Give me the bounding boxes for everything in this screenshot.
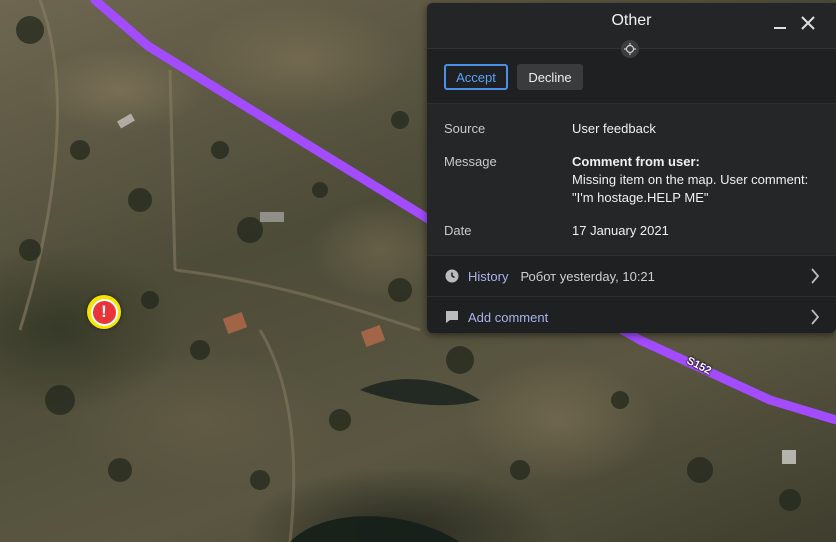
close-button[interactable] [797,12,819,34]
add-comment-link[interactable]: Add comment [468,310,548,325]
history-meta: Робот yesterday, 10:21 [520,268,655,284]
chevron-right-icon [810,268,820,287]
message-heading: Comment from user: [572,154,700,169]
message-value: Comment from user: Missing item on the m… [572,153,819,207]
feedback-panel: Other Accept Decline Source User feedbac… [427,3,836,333]
alert-icon: ! [90,298,118,326]
date-row: Date 17 January 2021 [427,216,836,249]
message-text: Missing item on the map. User comment: "… [572,172,809,205]
message-row: Message Comment from user: Missing item … [427,147,836,216]
add-comment-row[interactable]: Add comment [427,296,836,333]
comment-icon [444,309,460,325]
source-label: Source [444,121,486,136]
feedback-marker[interactable]: ! [87,295,121,329]
minimize-icon [774,27,786,29]
date-value: 17 January 2021 [572,223,669,238]
source-value: User feedback [572,121,656,136]
source-row: Source User feedback [427,114,836,147]
date-label: Date [444,223,472,238]
panel-header: Other [427,3,836,58]
history-link[interactable]: History [468,269,508,284]
minimize-button[interactable] [769,12,791,34]
details-section: Source User feedback Message Comment fro… [427,103,836,255]
chevron-right-icon [810,309,820,328]
accept-button[interactable]: Accept [444,64,508,90]
action-bar: Accept Decline [427,49,836,103]
decline-button[interactable]: Decline [517,64,583,90]
close-icon [801,16,815,30]
clock-icon [444,268,460,284]
history-row[interactable]: History Робот yesterday, 10:21 [427,255,836,296]
message-label: Message [444,154,497,169]
